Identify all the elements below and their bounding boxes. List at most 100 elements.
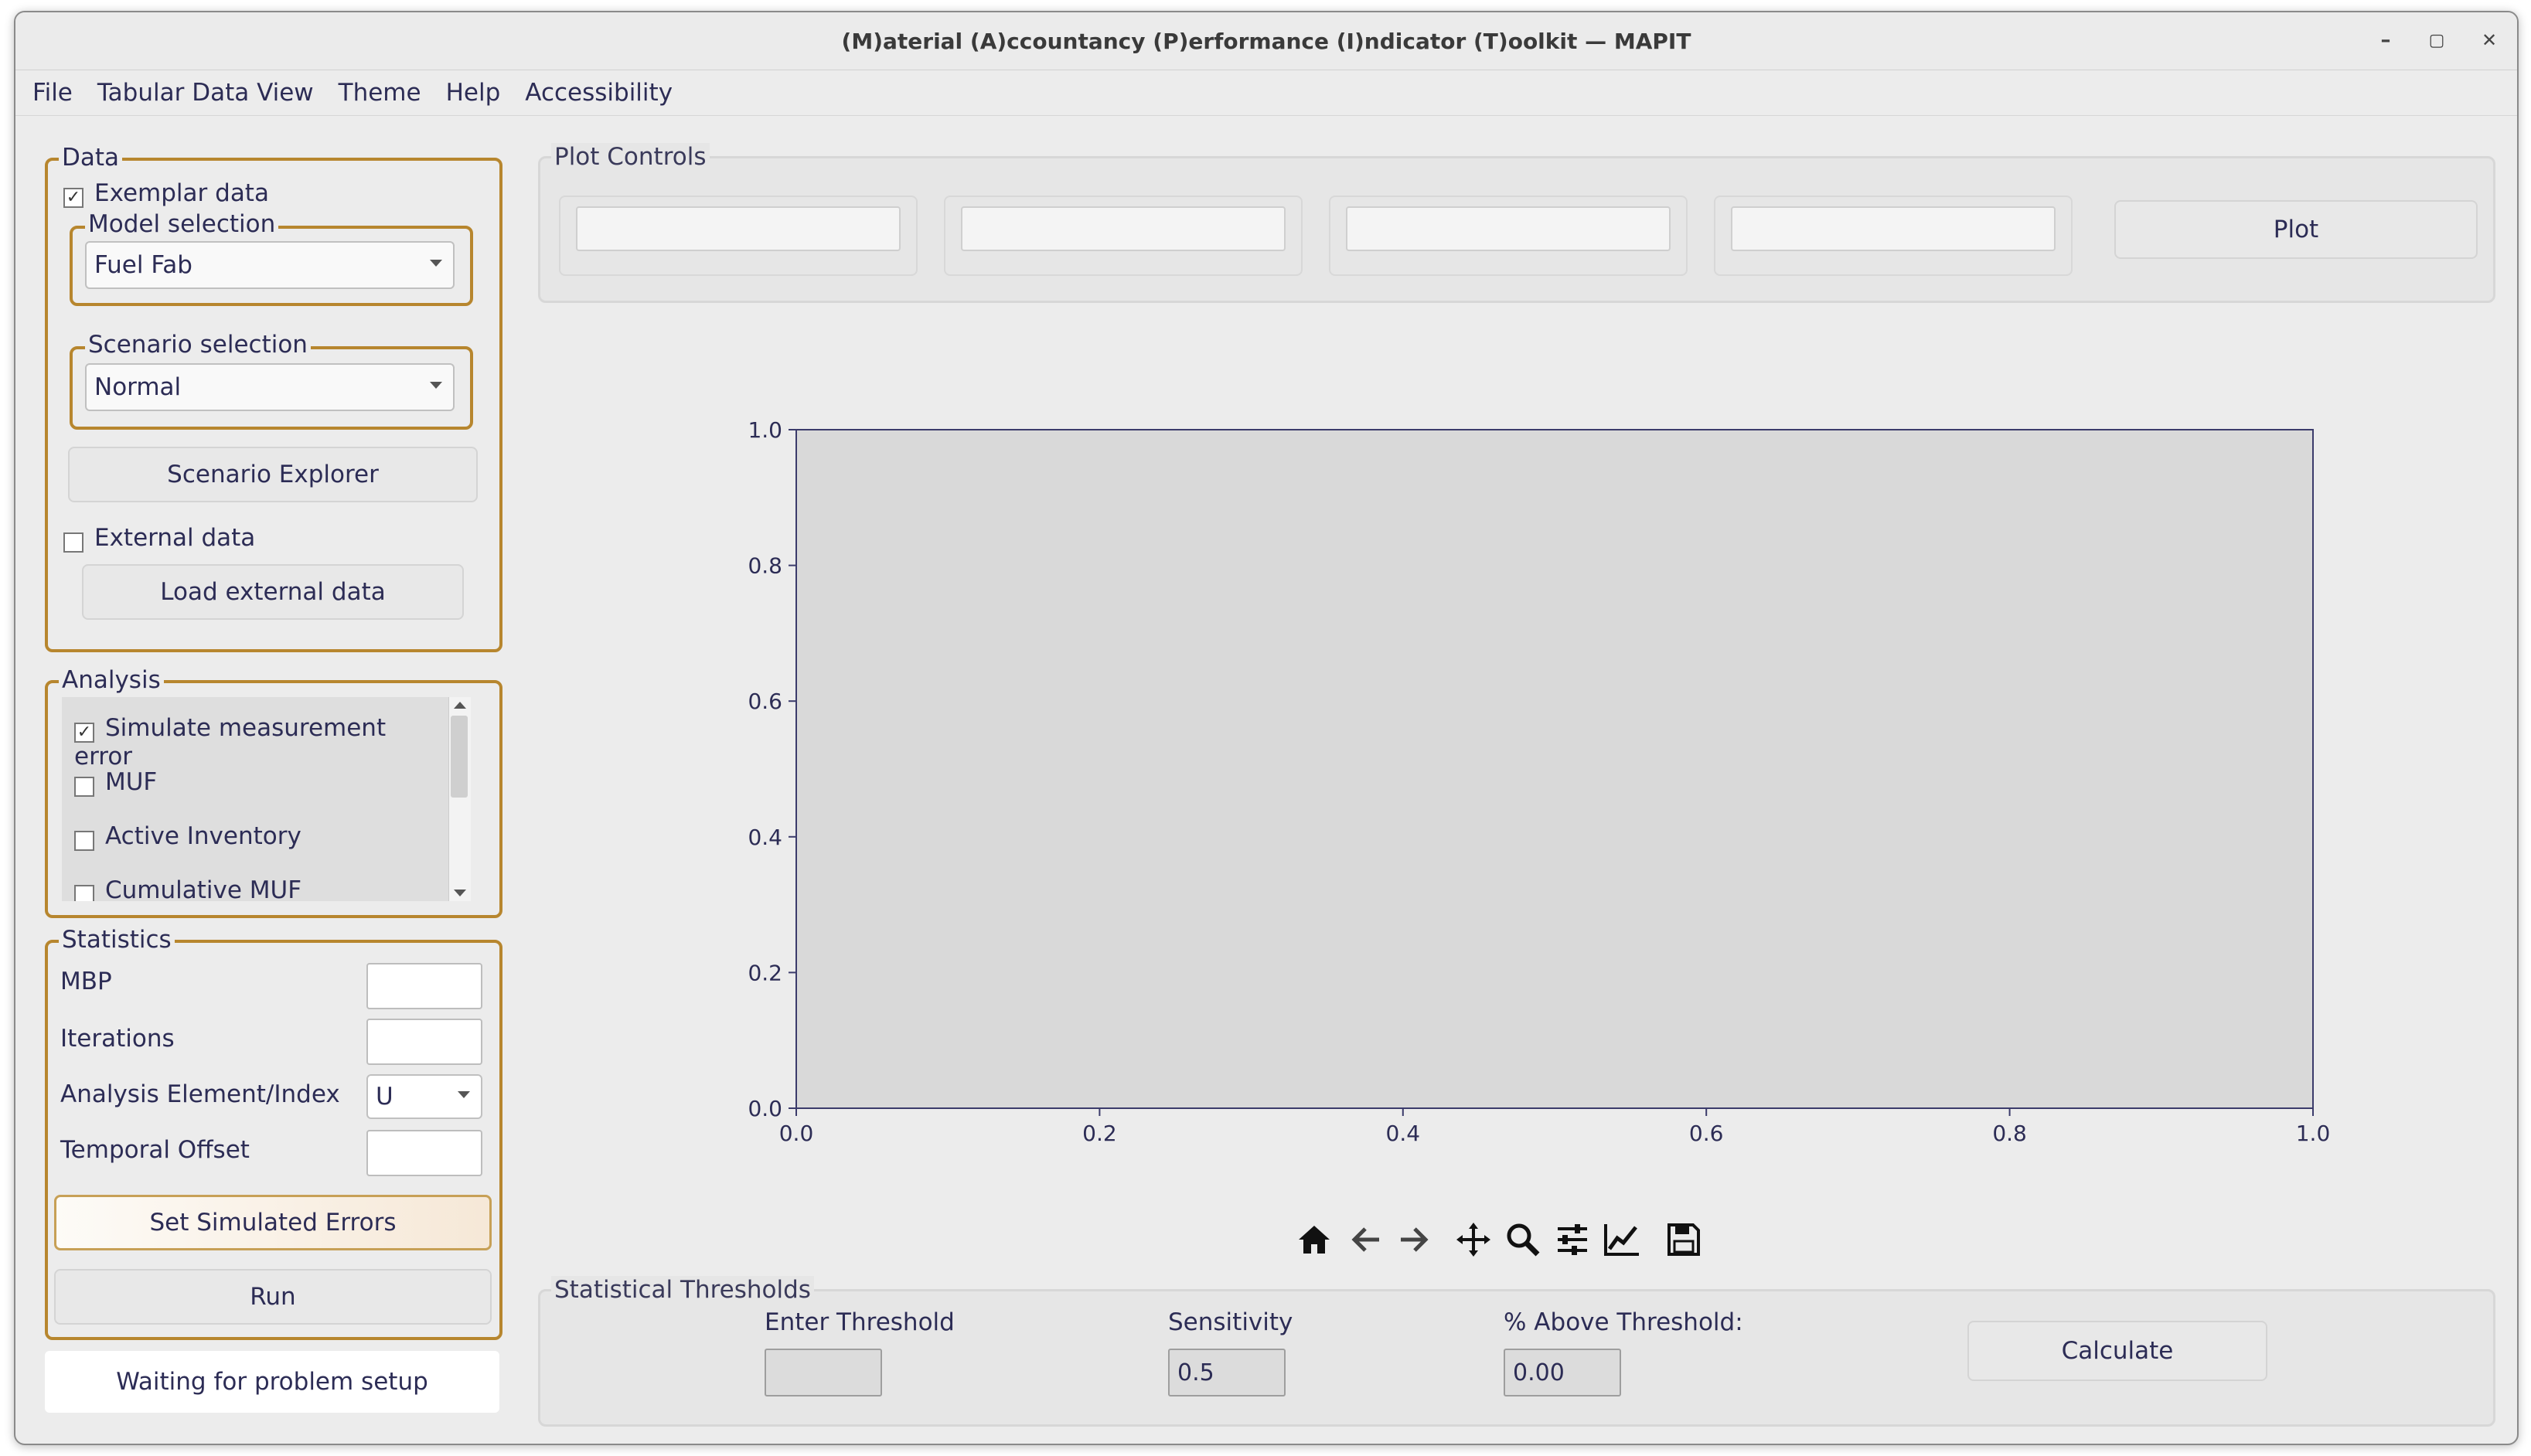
y-tick-label: 0.4 [748,825,782,850]
statistics-group-title: Statistics [59,926,175,954]
model-selection-dropdown[interactable]: Fuel Fab [85,241,455,289]
minimize-icon[interactable]: – [2370,25,2401,56]
back-arrow-icon[interactable] [1344,1218,1387,1261]
exemplar-data-label: Exemplar data [94,179,269,207]
external-data-checkbox[interactable] [63,532,83,553]
mbp-label: MBP [60,968,112,995]
model-selection-group: Model selection Fuel Fab [70,210,473,306]
scroll-down-icon[interactable] [454,890,466,896]
forward-arrow-icon[interactable] [1393,1218,1436,1261]
sensitivity-label: Sensitivity [1168,1308,1293,1336]
window-title: (M)aterial (A)ccountancy (P)erformance (… [841,28,1691,54]
analysis-scrollbar[interactable] [448,697,471,901]
muf-checkbox[interactable] [74,776,94,797]
scenario-selection-title: Scenario selection [85,331,311,359]
x-tick-label: 1.0 [2296,1121,2331,1146]
list-item[interactable]: ✓ Simulate measurement error [74,714,448,771]
plot-selector-2[interactable] [961,206,1286,251]
scroll-up-icon[interactable] [454,702,466,709]
scenario-selection-value: Normal [94,373,182,401]
above-threshold-field: 0.00 [1504,1349,1621,1396]
set-simulated-errors-button[interactable]: Set Simulated Errors [54,1195,492,1250]
y-tick-label: 1.0 [748,417,782,443]
scenario-explorer-button[interactable]: Scenario Explorer [68,447,478,502]
iterations-field[interactable] [366,1019,482,1065]
plot-selector-4[interactable] [1731,206,2056,251]
list-item[interactable]: Cumulative MUF [74,876,301,901]
list-item-label: Simulate measurement error [74,714,387,771]
menu-theme[interactable]: Theme [339,79,421,107]
chevron-down-icon [430,382,442,389]
plot-button[interactable]: Plot [2114,200,2478,259]
list-item-label: Cumulative MUF [105,876,302,901]
chevron-down-icon [430,260,442,267]
enter-threshold-label: Enter Threshold [765,1308,955,1336]
load-external-data-button[interactable]: Load external data [82,564,464,620]
y-tick-label: 0.0 [748,1096,782,1121]
status-text: Waiting for problem setup [45,1351,499,1413]
scenario-selection-group: Scenario selection Normal [70,331,473,430]
model-selection-title: Model selection [85,210,279,238]
list-item[interactable]: Active Inventory [74,822,301,851]
list-item[interactable]: MUF [74,768,157,797]
x-tick-label: 0.0 [779,1121,814,1146]
y-tick-label: 0.6 [748,689,782,714]
menu-file[interactable]: File [32,79,73,107]
menu-accessibility[interactable]: Accessibility [525,79,673,107]
simulate-error-checkbox[interactable]: ✓ [74,722,94,743]
y-tick-label: 0.2 [748,960,782,985]
run-button[interactable]: Run [54,1269,492,1325]
scrollbar-thumb[interactable] [451,716,468,798]
configure-subplots-icon[interactable] [1551,1218,1594,1261]
enter-threshold-field[interactable] [765,1349,882,1396]
temporal-offset-field[interactable] [366,1130,482,1176]
y-tick-label: 0.8 [748,553,782,579]
x-tick-label: 0.8 [1992,1121,2027,1146]
menu-help[interactable]: Help [446,79,501,107]
above-threshold-label: % Above Threshold: [1504,1308,1743,1336]
mbp-field[interactable] [366,963,482,1009]
home-icon[interactable] [1293,1218,1336,1261]
chevron-down-icon [458,1091,470,1098]
plot-area[interactable] [795,429,2314,1109]
data-group: Data ✓ Exemplar data Model selection Fuel… [45,144,502,652]
sensitivity-field[interactable]: 0.5 [1168,1349,1286,1396]
x-tick-label: 0.2 [1082,1121,1117,1146]
plot-canvas[interactable]: 0.0 0.2 0.4 0.6 0.8 1.0 0.0 0.2 0.4 0.6 0.8 1.0 [711,399,2381,1156]
statistical-thresholds-title: Statistical Thresholds [551,1276,814,1304]
exemplar-data-checkbox[interactable]: ✓ [63,187,83,208]
statistics-group: Statistics MBP Iterations Analysis Eleme… [45,926,502,1340]
app-window: (M)aterial (A)ccountancy (P)erformance (… [14,11,2519,1445]
cumulative-muf-checkbox[interactable] [74,884,94,901]
zoom-icon[interactable] [1501,1218,1545,1261]
save-icon[interactable] [1662,1218,1705,1261]
edit-axes-icon[interactable] [1600,1218,1644,1261]
plot-controls-group: Plot Controls Plot [538,143,2495,303]
exemplar-data-row[interactable]: ✓ Exemplar data [63,179,269,208]
list-item-label: MUF [105,768,158,796]
model-selection-value: Fuel Fab [94,251,192,279]
active-inventory-checkbox[interactable] [74,830,94,851]
calculate-button[interactable]: Calculate [1967,1321,2267,1381]
x-tick-label: 0.6 [1689,1121,1724,1146]
data-group-title: Data [59,144,123,172]
plot-selector-3[interactable] [1346,206,1671,251]
menu-tabular-data-view[interactable]: Tabular Data View [97,79,314,107]
close-icon[interactable]: ✕ [2474,25,2505,56]
plot-selector-1[interactable] [576,206,901,251]
pan-icon[interactable] [1452,1218,1495,1261]
analysis-element-label: Analysis Element/Index [60,1080,340,1108]
analysis-list[interactable]: ✓ Simulate measurement error MUF Active I… [62,697,448,901]
iterations-label: Iterations [60,1025,175,1053]
analysis-group-title: Analysis [59,666,164,694]
analysis-element-dropdown[interactable]: U [366,1074,482,1119]
list-item-label: Active Inventory [105,822,301,850]
scenario-selection-dropdown[interactable]: Normal [85,363,455,411]
external-data-row[interactable]: External data [63,524,255,553]
title-bar: (M)aterial (A)ccountancy (P)erformance (… [15,12,2517,70]
analysis-group: Analysis ✓ Simulate measurement error MUF… [45,666,502,918]
menu-bar: File Tabular Data View Theme Help Access… [15,70,2517,116]
analysis-element-value: U [376,1083,393,1111]
maximize-icon[interactable]: ▢ [2421,25,2452,56]
x-tick-label: 0.4 [1386,1121,1421,1146]
